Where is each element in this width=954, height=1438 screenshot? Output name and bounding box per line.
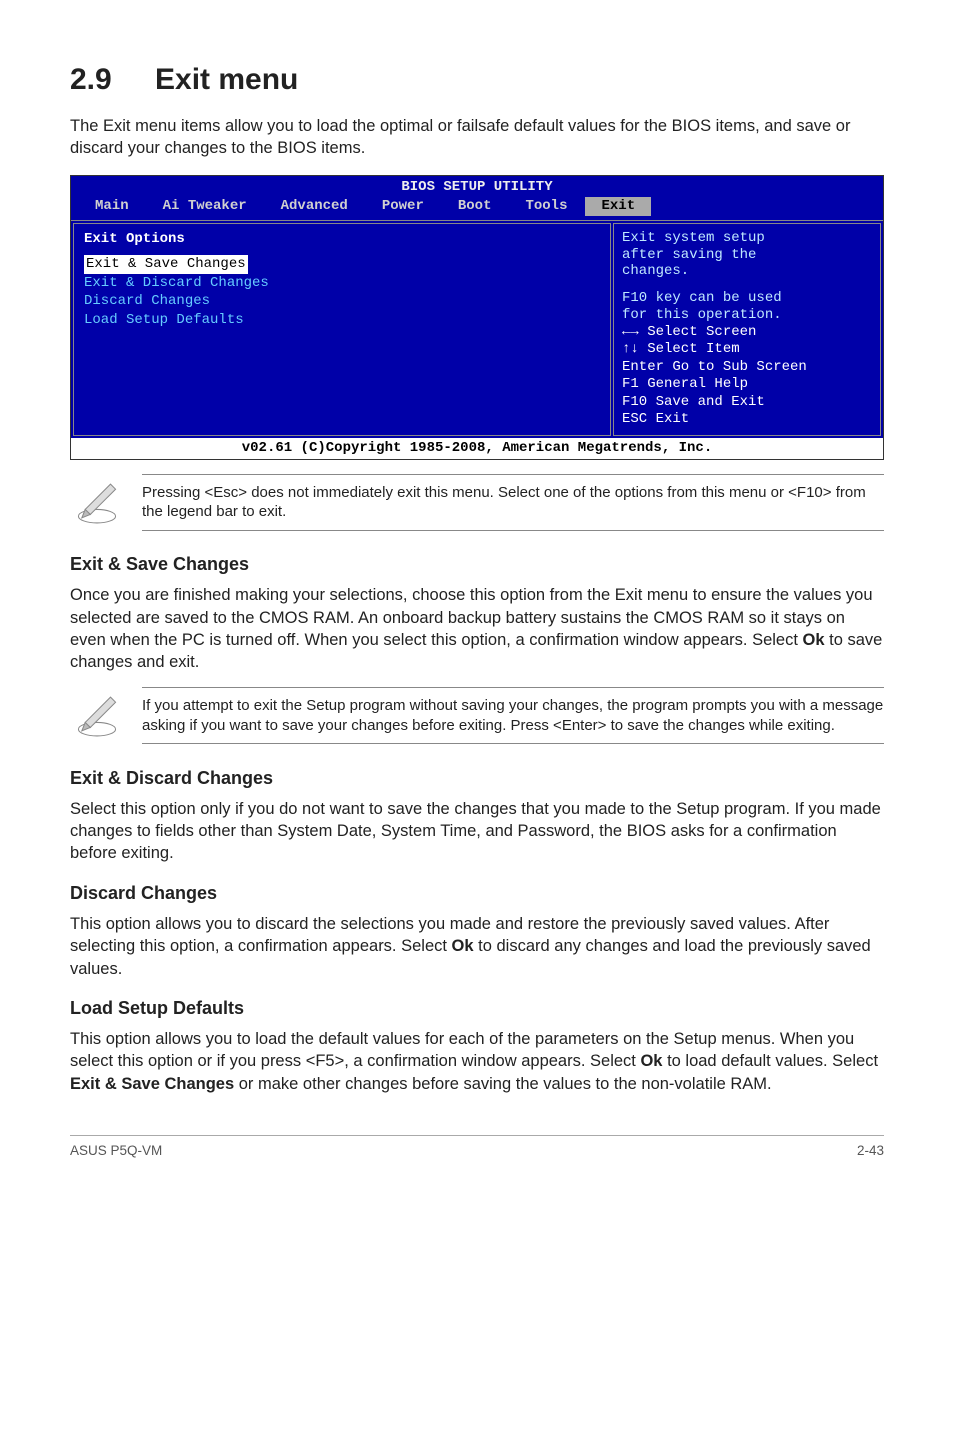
bios-title: BIOS SETUP UTILITY bbox=[71, 176, 883, 197]
note-exit-warn: If you attempt to exit the Setup program… bbox=[70, 687, 884, 747]
note-exit-warn-text: If you attempt to exit the Setup program… bbox=[142, 687, 884, 744]
bios-tabs: Main Ai Tweaker Advanced Power Boot Tool… bbox=[71, 197, 883, 220]
p-load-defaults: This option allows you to load the defau… bbox=[70, 1028, 884, 1095]
tab-main[interactable]: Main bbox=[79, 197, 145, 216]
tab-advanced[interactable]: Advanced bbox=[265, 197, 364, 216]
pencil-icon bbox=[70, 687, 124, 747]
h-exit-discard: Exit & Discard Changes bbox=[70, 766, 884, 790]
bios-body: Exit Options Exit & Save Changes Exit & … bbox=[71, 220, 883, 438]
p-discard: This option allows you to discard the se… bbox=[70, 913, 884, 980]
footer-model: ASUS P5Q-VM bbox=[70, 1142, 162, 1160]
help-text: Exit system setup after saving the chang… bbox=[622, 230, 872, 324]
section-number: 2.9 bbox=[70, 60, 155, 101]
intro-text: The Exit menu items allow you to load th… bbox=[70, 115, 884, 160]
note-esc-text: Pressing <Esc> does not immediately exit… bbox=[142, 474, 884, 531]
exit-options-header: Exit Options bbox=[84, 230, 600, 249]
section-title: Exit menu bbox=[155, 63, 298, 96]
tab-ai-tweaker[interactable]: Ai Tweaker bbox=[147, 197, 263, 216]
bios-left-pane: Exit Options Exit & Save Changes Exit & … bbox=[73, 223, 611, 436]
page-title: 2.9Exit menu bbox=[70, 60, 884, 101]
note-esc: Pressing <Esc> does not immediately exit… bbox=[70, 474, 884, 534]
h-discard: Discard Changes bbox=[70, 881, 884, 905]
menu-exit-save[interactable]: Exit & Save Changes bbox=[84, 255, 600, 274]
p-exit-discard: Select this option only if you do not wa… bbox=[70, 798, 884, 865]
tab-exit[interactable]: Exit bbox=[585, 197, 651, 216]
menu-exit-discard[interactable]: Exit & Discard Changes bbox=[84, 274, 600, 293]
p-exit-save: Once you are finished making your select… bbox=[70, 584, 884, 673]
tab-tools[interactable]: Tools bbox=[509, 197, 583, 216]
key-legend: ←→ Select Screen ↑↓ Select Item Enter Go… bbox=[622, 324, 872, 429]
menu-load-defaults[interactable]: Load Setup Defaults bbox=[84, 311, 600, 330]
pencil-icon bbox=[70, 474, 124, 534]
bios-screenshot: BIOS SETUP UTILITY Main Ai Tweaker Advan… bbox=[70, 175, 884, 460]
bios-right-pane: Exit system setup after saving the chang… bbox=[613, 223, 881, 436]
bios-copyright: v02.61 (C)Copyright 1985-2008, American … bbox=[71, 438, 883, 459]
tab-power[interactable]: Power bbox=[366, 197, 440, 216]
h-exit-save: Exit & Save Changes bbox=[70, 552, 884, 576]
h-load-defaults: Load Setup Defaults bbox=[70, 996, 884, 1020]
tab-boot[interactable]: Boot bbox=[442, 197, 508, 216]
footer-page: 2-43 bbox=[857, 1142, 884, 1160]
page-footer: ASUS P5Q-VM 2-43 bbox=[70, 1135, 884, 1160]
menu-discard[interactable]: Discard Changes bbox=[84, 292, 600, 311]
